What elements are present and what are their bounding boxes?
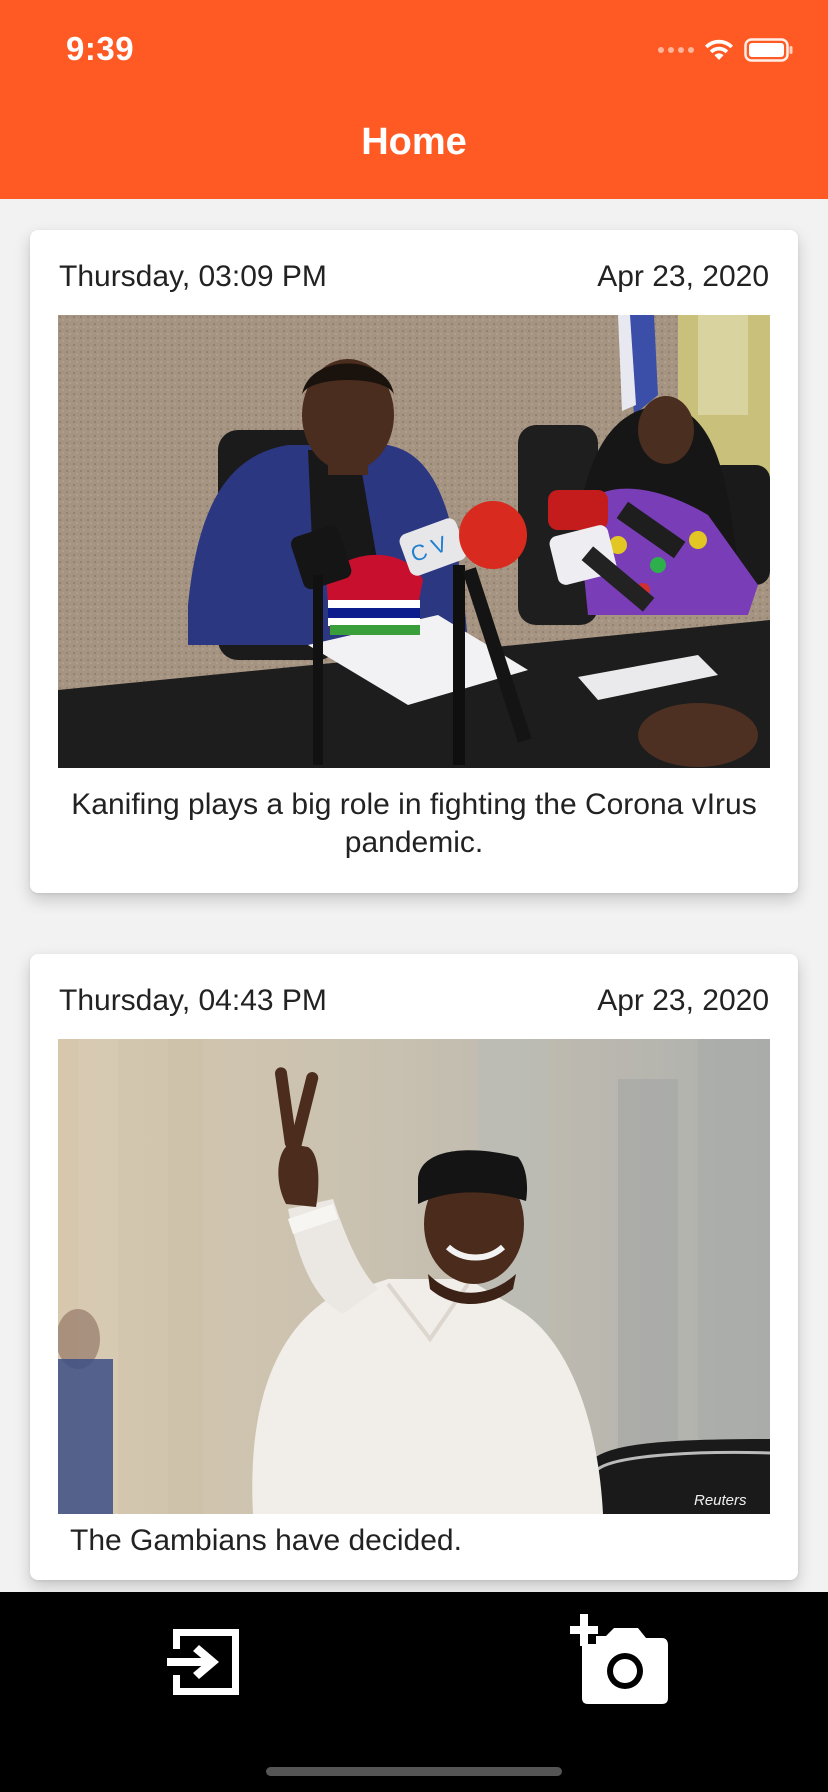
app-header: 9:39 Home <box>0 0 828 199</box>
page-title: Home <box>361 121 467 163</box>
post-date: Apr 23, 2020 <box>597 260 769 293</box>
post-photo-president-waving[interactable]: Reuters <box>58 1039 770 1514</box>
cellular-signal-icon <box>658 47 694 53</box>
status-icons <box>658 36 794 64</box>
status-time: 9:39 <box>66 30 135 67</box>
post-day-time: Thursday, 04:43 PM <box>59 984 327 1017</box>
post-card[interactable]: Thursday, 03:09 PM Apr 23, 2020 C V Kani… <box>30 230 798 893</box>
logout-icon <box>167 1629 239 1695</box>
post-date: Apr 23, 2020 <box>597 984 769 1017</box>
photo-watermark: Reuters <box>694 1492 747 1509</box>
add-photo-camera-icon <box>570 1614 668 1704</box>
post-day-time: Thursday, 03:09 PM <box>59 260 327 293</box>
news-feed[interactable]: Thursday, 03:09 PM Apr 23, 2020 C V Kani… <box>0 199 828 1592</box>
wifi-icon <box>705 39 733 60</box>
post-photo-press-conference[interactable]: C V <box>58 315 770 768</box>
logout-button[interactable] <box>160 1616 252 1708</box>
bottom-tab-bar <box>0 1592 828 1792</box>
home-indicator[interactable] <box>266 1767 562 1776</box>
battery-icon <box>744 38 793 62</box>
post-card[interactable]: Thursday, 04:43 PM Apr 23, 2020 Reuters … <box>30 954 798 1580</box>
post-caption: Kanifing plays a big role in fighting th… <box>71 788 757 859</box>
post-caption: The Gambians have decided. <box>70 1524 462 1557</box>
add-photo-button[interactable] <box>568 1610 672 1710</box>
